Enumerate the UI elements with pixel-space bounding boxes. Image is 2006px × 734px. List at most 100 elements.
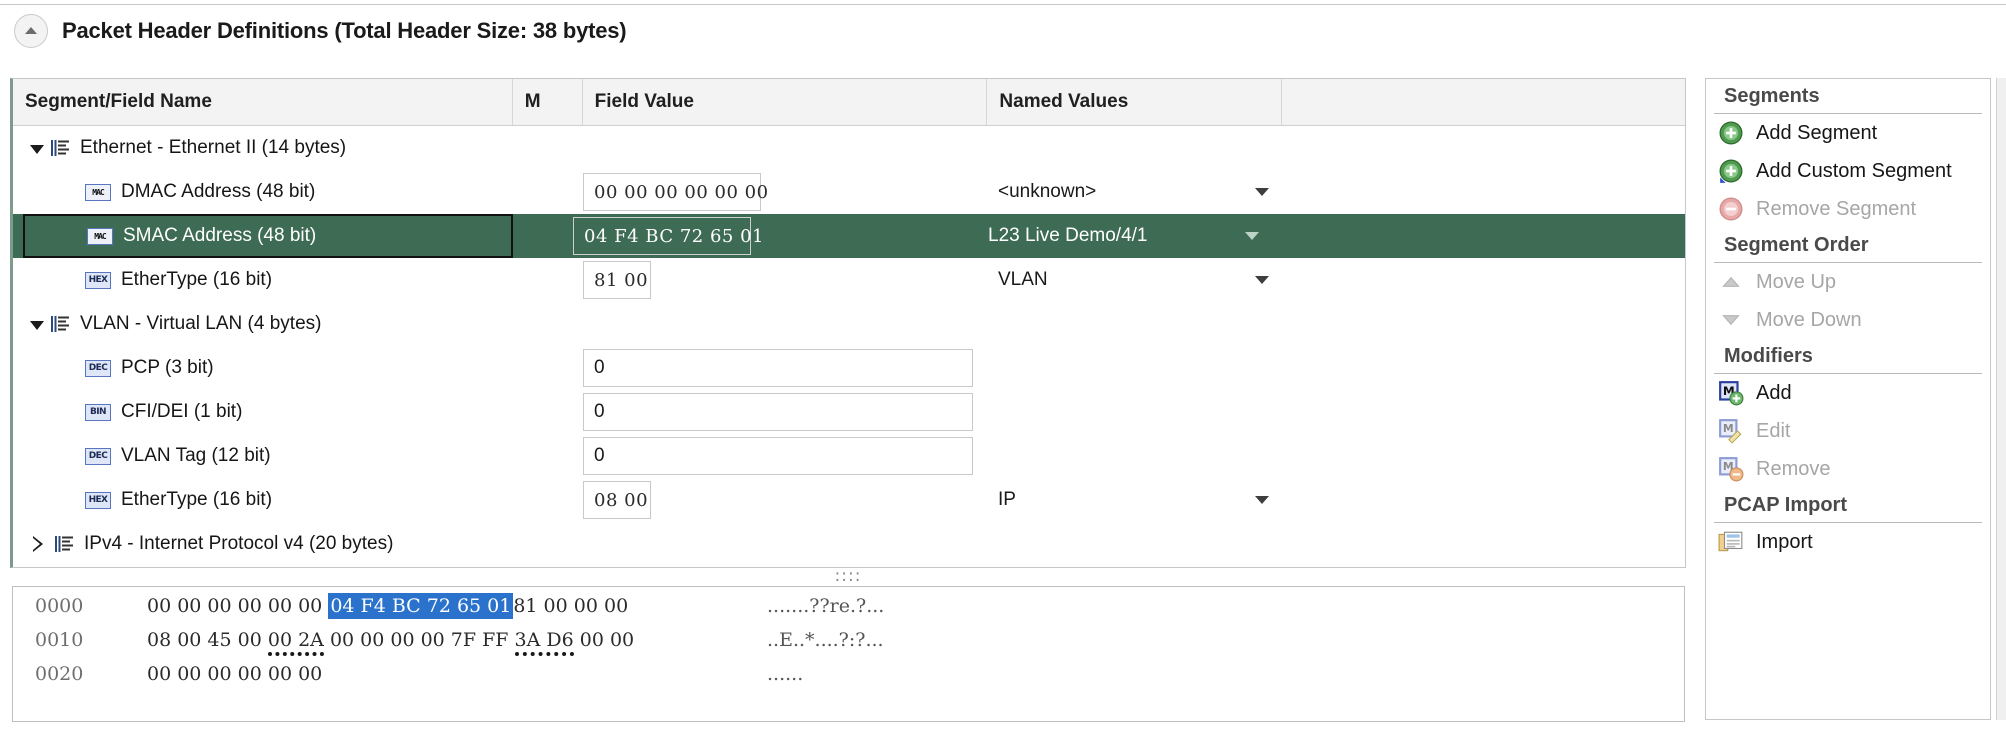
table-row[interactable]: VLAN - Virtual LAN (4 bytes)	[13, 302, 1685, 346]
sidebar-group-title-pcap-import: PCAP Import	[1714, 488, 1982, 523]
pcp-input[interactable]: 0	[583, 349, 973, 387]
sidebar-group-title-segment-order: Segment Order	[1714, 228, 1982, 263]
panel-splitter[interactable]: ::::	[10, 568, 1686, 585]
row-value-cell: 81 00	[583, 258, 988, 302]
row-name-cell[interactable]: DEC PCP (3 bit)	[13, 346, 513, 390]
chevron-down-icon[interactable]	[1245, 232, 1259, 240]
hex-bytes-highlighted[interactable]: 04 F4 BC 72 65 01	[328, 593, 514, 619]
column-header-named-values[interactable]: Named Values	[987, 79, 1283, 125]
row-name-cell[interactable]: MAC DMAC Address (48 bit)	[13, 170, 513, 214]
sidebar-item-label: Edit	[1756, 419, 1791, 442]
row-value-cell: 0	[583, 346, 988, 390]
row-m-cell	[513, 214, 573, 258]
table-row[interactable]: MAC DMAC Address (48 bit) 00 00 00 00 00…	[13, 170, 1685, 214]
table-row[interactable]: HEX EtherType (16 bit) 81 00 VLAN	[13, 258, 1685, 302]
sidebar-group-title-modifiers: Modifiers	[1714, 339, 1982, 374]
sidebar-item-move-down: Move Down	[1706, 301, 1990, 339]
sidebar-item-remove-segment: Remove Segment	[1706, 190, 1990, 228]
hex-type-icon: HEX	[85, 491, 111, 509]
sidebar-item-add-custom-segment[interactable]: Add Custom Segment	[1706, 152, 1990, 190]
row-name-cell[interactable]: VLAN - Virtual LAN (4 bytes)	[13, 302, 513, 346]
hex-bytes: 08 00 45 00 00 2A 00 00 00 00 7F FF 3A D…	[147, 629, 767, 656]
vlan-tag-input[interactable]: 0	[583, 437, 973, 475]
table-row-selected[interactable]: MAC SMAC Address (48 bit) 04 F4 BC 72 65…	[13, 214, 1685, 258]
hex-ascii: ..E..*....?:?...	[767, 629, 884, 651]
mac-type-icon: MAC	[87, 227, 113, 245]
chevron-down-icon[interactable]	[1255, 496, 1269, 504]
cfi-dei-input[interactable]: 0	[583, 393, 973, 431]
bin-type-icon: BIN	[85, 403, 111, 421]
add-circle-green-icon	[1719, 159, 1743, 183]
hex-dump-line: 0000 00 00 00 00 00 00 04 F4 BC 72 65 01…	[35, 593, 1684, 629]
sidebar-item-import[interactable]: Import	[1706, 523, 1990, 561]
row-value-cell	[583, 126, 988, 170]
chevron-down-icon[interactable]	[27, 302, 49, 346]
row-m-cell	[513, 478, 583, 522]
dmac-address-input[interactable]: 00 00 00 00 00 00	[583, 173, 768, 211]
pcap-import-icon	[1718, 531, 1743, 552]
table-row[interactable]: HEX EtherType (16 bit) 08 00 IP	[13, 478, 1685, 522]
row-value-cell	[583, 302, 988, 346]
row-spacer-cell	[1273, 214, 1685, 258]
row-named-cell: IP	[988, 478, 1283, 522]
sidebar-item-add-segment[interactable]: Add Segment	[1706, 114, 1990, 152]
row-name-cell[interactable]: Ethernet - Ethernet II (14 bytes)	[13, 126, 513, 170]
hex-bytes-modifier-a[interactable]: 00 2A	[267, 629, 324, 656]
row-named-cell: VLAN	[988, 258, 1283, 302]
chevron-down-icon[interactable]	[27, 126, 49, 170]
row-label: SMAC Address (48 bit)	[123, 225, 317, 246]
row-spacer-cell	[1283, 346, 1685, 390]
packet-header-definitions-panel: Packet Header Definitions (Total Header …	[0, 0, 2006, 734]
page-title: Packet Header Definitions (Total Header …	[62, 17, 627, 43]
column-header-field-value[interactable]: Field Value	[583, 79, 988, 125]
row-name-cell[interactable]: IPv4 - Internet Protocol v4 (20 bytes)	[13, 522, 513, 566]
modifier-edit-icon: M	[1719, 419, 1742, 444]
row-name-cell[interactable]: MAC SMAC Address (48 bit)	[23, 214, 513, 258]
row-m-cell	[513, 522, 583, 566]
sidebar-item-add-modifier[interactable]: M Add	[1706, 374, 1990, 412]
sidebar-item-label: Add	[1756, 381, 1792, 404]
row-name-cell[interactable]: BIN CFI/DEI (1 bit)	[13, 390, 513, 434]
table-row[interactable]: DEC VLAN Tag (12 bit) 0	[13, 434, 1685, 478]
row-label: EtherType (16 bit)	[121, 269, 273, 290]
hex-bytes: 00 00 00 00 00 00 04 F4 BC 72 65 01 81 00…	[147, 593, 767, 619]
chevron-right-icon[interactable]	[27, 522, 49, 566]
named-value-text: <unknown>	[998, 181, 1097, 202]
row-spacer-cell	[1283, 258, 1685, 302]
row-named-cell: L23 Live Demo/4/1	[978, 214, 1273, 258]
modifier-add-icon: M	[1719, 381, 1744, 406]
column-header-segment-field-name[interactable]: Segment/Field Name	[13, 79, 513, 125]
column-header-spacer	[1282, 79, 1685, 125]
row-spacer-cell	[1283, 390, 1685, 434]
hex-bytes-modifier-b[interactable]: 3A D6	[514, 629, 574, 656]
actions-sidebar: Segments Add Segment Add Custom Segment	[1705, 78, 1991, 720]
hex-offset: 0010	[35, 629, 84, 651]
row-name-cell[interactable]: DEC VLAN Tag (12 bit)	[13, 434, 513, 478]
hex-bytes-suffix: 81 00 00 00	[513, 595, 629, 617]
sidebar-scrollbar[interactable]	[1996, 78, 2006, 720]
modifier-remove-icon: M	[1719, 457, 1744, 482]
smac-address-input[interactable]: 04 F4 BC 72 65 01	[573, 217, 764, 255]
chevron-up-icon[interactable]	[14, 13, 48, 48]
table-row[interactable]: Ethernet - Ethernet II (14 bytes)	[13, 126, 1685, 170]
column-header-m[interactable]: M	[513, 79, 583, 125]
row-named-cell	[988, 390, 1283, 434]
hex-bytes-part-c: 00 00	[573, 629, 635, 651]
ethertype-input[interactable]: 81 00	[583, 261, 651, 299]
table-row[interactable]: BIN CFI/DEI (1 bit) 0	[13, 390, 1685, 434]
sidebar-item-label: Add Custom Segment	[1756, 159, 1952, 182]
hex-dump-panel[interactable]: 0000 00 00 00 00 00 00 04 F4 BC 72 65 01…	[12, 586, 1685, 722]
ethertype-ip-input[interactable]: 08 00	[583, 481, 651, 519]
table-row[interactable]: DEC PCP (3 bit) 0	[13, 346, 1685, 390]
chevron-down-icon[interactable]	[1255, 276, 1269, 284]
table-row[interactable]: IPv4 - Internet Protocol v4 (20 bytes)	[13, 522, 1685, 566]
row-value-cell: 08 00	[583, 478, 988, 522]
hex-type-icon: HEX	[85, 271, 111, 289]
hex-ascii: .......??re.?...	[767, 595, 885, 617]
row-name-cell[interactable]: HEX EtherType (16 bit)	[13, 478, 513, 522]
row-label: IPv4 - Internet Protocol v4 (20 bytes)	[84, 533, 394, 554]
chevron-down-icon[interactable]	[1255, 188, 1269, 196]
row-name-cell[interactable]: HEX EtherType (16 bit)	[13, 258, 513, 302]
row-spacer-cell	[1283, 522, 1685, 566]
sidebar-group-title-segments: Segments	[1714, 79, 1982, 114]
